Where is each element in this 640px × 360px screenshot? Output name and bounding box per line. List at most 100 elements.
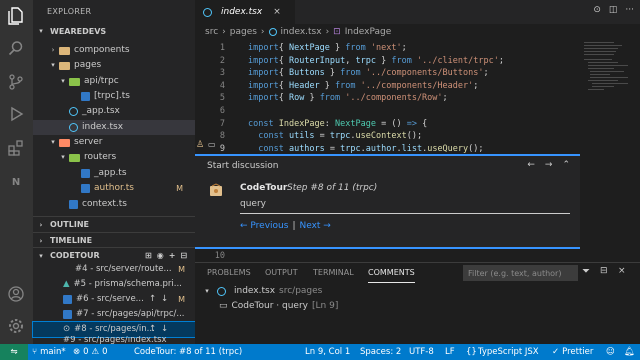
next-step-link[interactable]: Next →: [299, 221, 330, 231]
tree-item-pages[interactable]: ▾ pages: [33, 58, 195, 73]
tree-item-routers[interactable]: ▾ routers: [33, 150, 195, 165]
file-name: index.tsx: [234, 286, 276, 296]
code-editor[interactable]: 1 import{ NextPage } from 'next'; 2 import{…: [195, 40, 580, 154]
tour-navigation: ← Previous | Next →: [240, 221, 331, 231]
editor-tabs: index.tsx × ⊙ ◫ ···: [195, 0, 640, 24]
indentation[interactable]: Spaces: 2: [360, 344, 401, 360]
start-tour-icon[interactable]: ⊙: [593, 5, 601, 15]
source-control-icon[interactable]: [6, 72, 26, 92]
chevron-down-icon: ▾: [61, 153, 65, 161]
tree-item-trpc-file[interactable]: [trpc].ts: [33, 89, 195, 104]
tree-item-author-ts[interactable]: author.ts M: [33, 181, 195, 196]
extensions-icon[interactable]: [6, 138, 26, 158]
folder-icon: [59, 138, 70, 147]
tab-comments[interactable]: COMMENTS: [368, 263, 415, 283]
tree-item-app-tsx[interactable]: _app.tsx: [33, 104, 195, 119]
split-editor-icon[interactable]: ◫: [609, 5, 618, 15]
workspace-header[interactable]: ▾ WEAREDEVS: [33, 24, 195, 39]
chevron-right-icon: ›: [325, 27, 330, 37]
run-debug-icon[interactable]: [6, 104, 26, 124]
outline-section[interactable]: › OUTLINE: [33, 216, 195, 232]
gear-icon[interactable]: [6, 316, 26, 336]
tree-item-components[interactable]: › components: [33, 43, 195, 58]
tab-terminal[interactable]: TERMINAL: [313, 263, 354, 283]
files-icon[interactable]: [6, 6, 26, 26]
branch-name: main*: [40, 347, 66, 357]
chevron-down-icon: ▾: [51, 61, 55, 69]
search-icon[interactable]: [6, 38, 26, 58]
close-icon[interactable]: ×: [618, 266, 626, 276]
encoding[interactable]: UTF-8: [409, 344, 434, 360]
filter-input[interactable]: Filter (e.g. text, author): [463, 265, 578, 281]
bell-icon[interactable]: 🔔︎: [624, 344, 635, 360]
react-file-icon: [203, 7, 212, 17]
breadcrumb-item[interactable]: IndexPage: [345, 27, 392, 37]
more-actions-icon[interactable]: ···: [625, 5, 634, 15]
timeline-section[interactable]: › TIMELINE: [33, 232, 195, 248]
chevron-down-icon: ▾: [61, 77, 65, 85]
prettier-label: Prettier: [562, 347, 594, 357]
move-down-icon[interactable]: ↓: [161, 322, 168, 337]
n8n-icon[interactable]: N: [6, 172, 26, 192]
line-ending[interactable]: LF: [445, 344, 455, 360]
folder-icon: [59, 61, 70, 70]
collapse-all-icon[interactable]: ⊟: [600, 266, 608, 276]
tour-step-8[interactable]: ⊙ #8 - src/pages/in... ↑ ↓: [32, 321, 196, 338]
tree-item-label: _app.ts: [94, 168, 127, 178]
comment-body: query: [240, 199, 266, 209]
remote-icon[interactable]: ⇋: [0, 344, 28, 360]
tree-item-context-ts[interactable]: context.ts: [33, 197, 195, 212]
comment-file-row[interactable]: ▾ index.tsx src/pages: [203, 286, 322, 296]
move-up-icon[interactable]: ↑: [149, 322, 156, 337]
prettier-status[interactable]: ✓ Prettier: [552, 344, 593, 360]
tour-step-5[interactable]: ▲ #5 - prisma/schema.pri...: [33, 277, 195, 292]
tab-problems[interactable]: PROBLEMS: [207, 263, 251, 283]
next-icon[interactable]: →: [545, 160, 553, 170]
comment-thread-widget: Start discussion ← → ⌃ CodeTour Step #8 …: [195, 154, 580, 249]
move-up-icon[interactable]: ↑: [149, 292, 156, 307]
react-file-icon: [69, 123, 78, 132]
branch-indicator[interactable]: ⑂ main*: [32, 344, 66, 360]
tree-item-label: index.tsx: [82, 122, 124, 132]
tree-item-label: server: [74, 137, 103, 147]
account-icon[interactable]: [6, 284, 26, 304]
line-number: 7: [219, 118, 225, 129]
tab-index-tsx[interactable]: index.tsx ×: [195, 0, 295, 24]
codetour-gutter-icon[interactable]: ♙: [196, 140, 204, 150]
close-icon[interactable]: ×: [273, 7, 281, 17]
tour-step-6[interactable]: #6 - src/serve... ↑ ↓ M: [33, 292, 195, 307]
tab-output[interactable]: OUTPUT: [265, 263, 298, 283]
tour-step-7[interactable]: #7 - src/pages/api/trpc/...: [33, 307, 195, 322]
tree-item-app-ts[interactable]: _app.ts: [33, 166, 195, 181]
comment-ref: [Ln 9]: [312, 301, 339, 311]
codetour-section[interactable]: ▾ CODETOUR ⊞ ◉ + ⊟: [33, 247, 195, 263]
tree-item-index-tsx[interactable]: index.tsx: [33, 120, 195, 135]
modified-badge: M: [178, 265, 185, 274]
tree-item-label: _app.tsx: [82, 106, 120, 116]
account-status-icon[interactable]: ☺: [606, 344, 615, 360]
tour-step-9[interactable]: #9 - src/pages/index.tsx: [33, 336, 195, 344]
chevron-down-icon: ▾: [39, 27, 43, 35]
problems-indicator[interactable]: ⊗ 0 ⚠ 0: [73, 344, 108, 360]
previous-icon[interactable]: ←: [527, 160, 535, 170]
cursor-position[interactable]: Ln 9, Col 1: [305, 344, 350, 360]
react-file-icon: [268, 28, 277, 36]
comment-entry-row[interactable]: ▭ CodeTour · query [Ln 9]: [219, 301, 338, 311]
breadcrumb-item[interactable]: src: [205, 27, 218, 37]
previous-step-link[interactable]: ← Previous: [240, 221, 288, 231]
breadcrumb-item[interactable]: index.tsx: [281, 27, 322, 37]
tour-step-4[interactable]: #4 - src/server/route... M: [33, 262, 195, 277]
move-down-icon[interactable]: ↓: [161, 292, 168, 307]
tree-item-label: author.ts: [94, 183, 134, 193]
tree-item-api-trpc[interactable]: ▾ api/trpc: [33, 74, 195, 89]
step-label: #5 - prisma/schema.pri...: [73, 279, 182, 289]
codetour-status[interactable]: CodeTour: #8 of 11 (trpc): [134, 344, 242, 360]
collapse-icon[interactable]: ⌃: [562, 160, 570, 170]
minimap[interactable]: [580, 40, 640, 160]
tree-item-server[interactable]: ▾ server: [33, 135, 195, 150]
typescript-file-icon: [81, 92, 90, 101]
language-mode[interactable]: TypeScript JSX: [478, 344, 539, 360]
filter-icon[interactable]: ⏷: [582, 266, 590, 277]
breadcrumb-item[interactable]: pages: [230, 27, 257, 37]
comment-gutter-icon[interactable]: ▭: [208, 140, 216, 149]
